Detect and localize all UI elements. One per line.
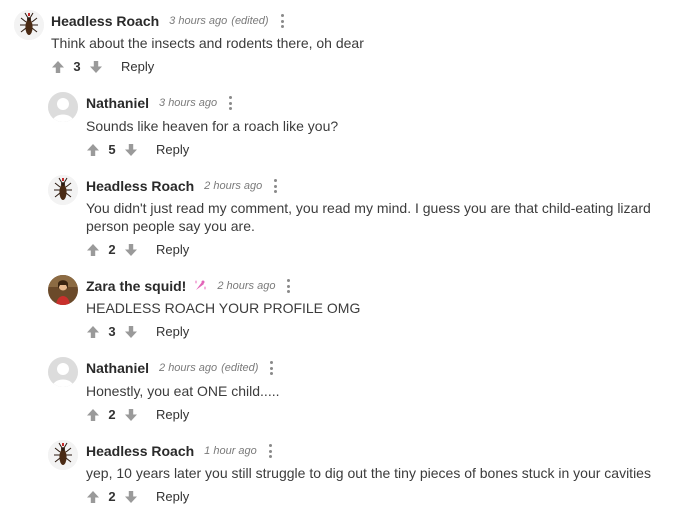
vote-count: 3: [73, 59, 81, 74]
comment-header: Nathaniel 2 hours ago (edited): [86, 360, 274, 376]
comment-text: Honestly, you eat ONE child.....: [86, 383, 280, 399]
upvote-icon[interactable]: [86, 143, 100, 157]
downvote-icon[interactable]: [89, 60, 103, 74]
comment-actions: 2 Reply: [86, 242, 189, 257]
upvote-icon[interactable]: [86, 325, 100, 339]
sparkle-badge-icon: [193, 279, 207, 293]
more-options-icon[interactable]: [274, 179, 278, 193]
author-name[interactable]: Headless Roach: [86, 443, 194, 459]
reply-button[interactable]: Reply: [156, 142, 189, 157]
comment-header: Zara the squid! 2 hours ago: [86, 278, 291, 294]
comment-text: You didn't just read my comment, you rea…: [86, 200, 651, 234]
author-name[interactable]: Zara the squid!: [86, 278, 186, 294]
comment-text: Think about the insects and rodents ther…: [51, 35, 364, 51]
comment-text: HEADLESS ROACH YOUR PROFILE OMG: [86, 300, 361, 316]
more-options-icon[interactable]: [268, 444, 273, 458]
author-name[interactable]: Nathaniel: [86, 95, 149, 111]
vote-count: 2: [108, 489, 116, 504]
timestamp[interactable]: 3 hours ago: [169, 15, 227, 27]
comment-header: Headless Roach 3 hours ago (edited): [51, 13, 285, 29]
more-options-icon[interactable]: [280, 14, 285, 28]
timestamp[interactable]: 2 hours ago: [217, 280, 275, 292]
timestamp[interactable]: 2 hours ago: [204, 180, 262, 192]
comment-actions: 3 Reply: [51, 59, 154, 74]
more-options-icon[interactable]: [229, 96, 233, 110]
reply-button[interactable]: Reply: [121, 59, 154, 74]
vote-count: 2: [108, 242, 116, 257]
comment-text: Sounds like heaven for a roach like you?: [86, 118, 339, 134]
comment-actions: 5 Reply: [86, 142, 189, 157]
timestamp[interactable]: 1 hour ago: [204, 445, 257, 457]
upvote-icon[interactable]: [51, 60, 65, 74]
vote-count: 2: [108, 407, 116, 422]
upvote-icon[interactable]: [86, 490, 100, 504]
cockroach-avatar[interactable]: [48, 440, 78, 470]
comment-header: Nathaniel 3 hours ago: [86, 95, 233, 111]
cockroach-avatar[interactable]: [48, 175, 78, 205]
more-options-icon[interactable]: [270, 361, 274, 375]
downvote-icon[interactable]: [124, 243, 138, 257]
default-user-avatar[interactable]: [48, 92, 78, 122]
downvote-icon[interactable]: [124, 490, 138, 504]
vote-count: 5: [108, 142, 116, 157]
person-photo-avatar[interactable]: [48, 275, 78, 305]
default-user-avatar[interactable]: [48, 357, 78, 387]
reply-button[interactable]: Reply: [156, 324, 189, 339]
edited-label: (edited): [221, 362, 259, 374]
comment-text: yep, 10 years later you still struggle t…: [86, 465, 651, 481]
upvote-icon[interactable]: [86, 408, 100, 422]
reply-button[interactable]: Reply: [156, 242, 189, 257]
edited-label: (edited): [231, 15, 269, 27]
author-name[interactable]: Headless Roach: [51, 13, 159, 29]
author-name[interactable]: Nathaniel: [86, 360, 149, 376]
timestamp[interactable]: 3 hours ago: [159, 97, 217, 109]
downvote-icon[interactable]: [124, 408, 138, 422]
vote-count: 3: [108, 324, 116, 339]
downvote-icon[interactable]: [124, 143, 138, 157]
comment-header: Headless Roach 2 hours ago: [86, 178, 278, 194]
reply-button[interactable]: Reply: [156, 489, 189, 504]
timestamp[interactable]: 2 hours ago: [159, 362, 217, 374]
comment-actions: 3 Reply: [86, 324, 189, 339]
upvote-icon[interactable]: [86, 243, 100, 257]
comment-actions: 2 Reply: [86, 407, 189, 422]
downvote-icon[interactable]: [124, 325, 138, 339]
reply-button[interactable]: Reply: [156, 407, 189, 422]
cockroach-avatar[interactable]: [14, 10, 44, 40]
comment-header: Headless Roach 1 hour ago: [86, 443, 273, 459]
more-options-icon[interactable]: [287, 279, 291, 293]
author-name[interactable]: Headless Roach: [86, 178, 194, 194]
comment-actions: 2 Reply: [86, 489, 189, 504]
